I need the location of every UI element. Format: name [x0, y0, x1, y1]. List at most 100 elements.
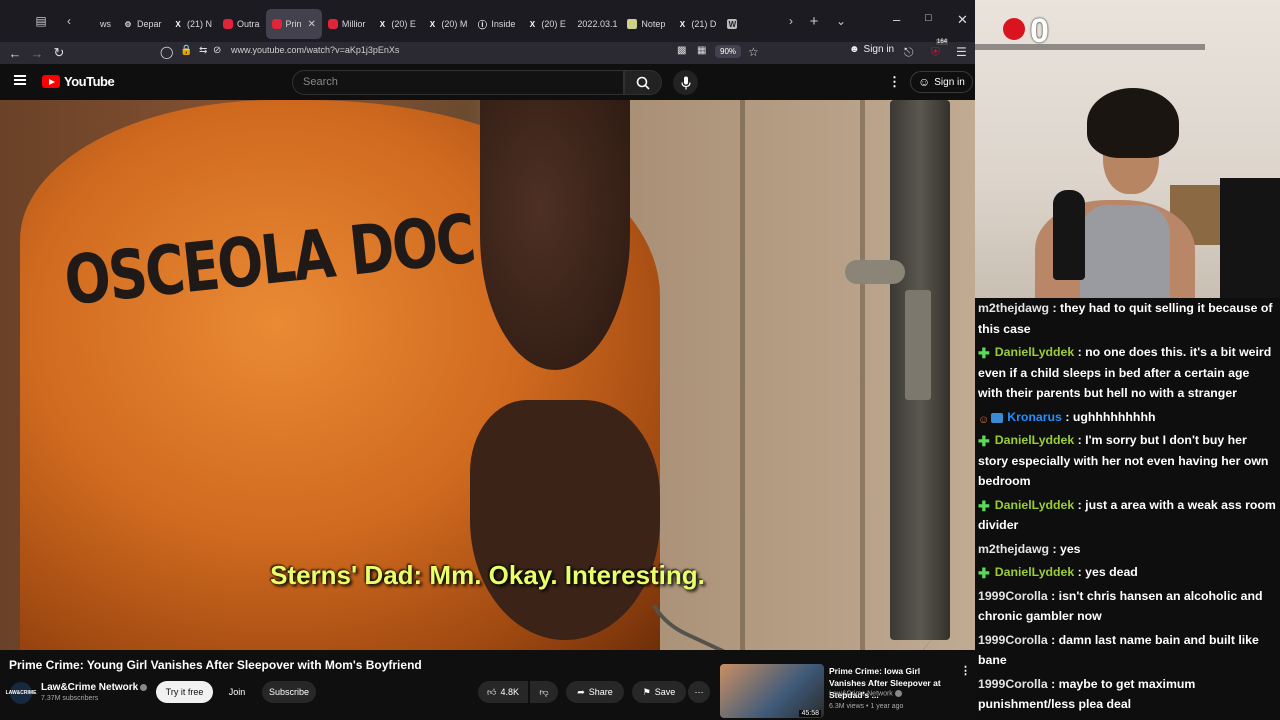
voice-search-button[interactable] [673, 70, 698, 95]
chat-message: m2thejdawg : yes [978, 539, 1276, 560]
browser-tab-label: ws [100, 19, 111, 29]
chat-username[interactable]: 1999Corolla [978, 589, 1048, 603]
youtube-logo[interactable]: YouTube [42, 74, 115, 89]
channel-name[interactable]: Law&Crime Network [41, 682, 148, 693]
tab-list-dropdown-icon[interactable]: ⌄ [830, 10, 852, 32]
youtube-sign-in-label: Sign in [934, 76, 965, 88]
reader-view-icon[interactable]: ▦ [697, 45, 706, 56]
browser-window: ▤ ‹ ws ⚙ Depar X (21) N Outra Prin ✕ Millior X (20… [0, 0, 975, 720]
permissions-icon[interactable]: ⇆ [199, 45, 207, 56]
like-count: 4.8K [500, 687, 519, 697]
browser-tab[interactable]: X (21) N [167, 9, 217, 39]
chat-username[interactable]: m2thejdawg [978, 542, 1049, 556]
chat-badge-plus-icon: ✚ [978, 497, 990, 514]
chat-separator: : [1061, 409, 1073, 424]
chat-username[interactable]: DanielLyddek [995, 498, 1075, 512]
youtube-icon [271, 19, 282, 29]
settings-more-icon[interactable]: ⋮ [888, 74, 901, 90]
browser-tab-label: Millior [341, 19, 366, 29]
youtube-logo-text: YouTube [64, 74, 115, 89]
chat-username[interactable]: 1999Corolla [978, 633, 1048, 647]
maximize-icon[interactable]: □ [925, 12, 932, 24]
browser-tab[interactable]: X (20) E [371, 9, 421, 39]
close-tab-icon[interactable]: ✕ [308, 19, 316, 30]
recommended-video-thumbnail[interactable]: 45:58 [720, 664, 824, 718]
back-icon[interactable]: ← [4, 46, 26, 61]
lock-icon[interactable]: 🔒 [180, 45, 192, 56]
dislike-button[interactable]: 👎︎ [530, 681, 558, 703]
address-bar[interactable]: www.youtube.com/watch?v=aKp1j3pEnXs [231, 45, 399, 55]
browser-tab[interactable]: X (21) D [671, 9, 721, 39]
scroll-tabs-left-icon[interactable]: ‹ [58, 10, 80, 32]
recommended-video-meta: 6.3M views • 1 year ago [829, 703, 904, 710]
tab-list: ws ⚙ Depar X (21) N Outra Prin ✕ Millior X (20) EX… [80, 3, 747, 39]
browser-tab-label: (21) D [691, 19, 717, 29]
browser-tab[interactable]: X (20) E [521, 9, 571, 39]
chat-message: ✚ DanielLyddek : I'm sorry but I don't bu… [978, 430, 1276, 492]
browser-tab[interactable]: 2022.03.1 [571, 9, 621, 39]
browser-tab[interactable]: Outra [217, 9, 266, 39]
account-circle-icon: ☺ [918, 75, 931, 89]
browser-tab[interactable]: Prin ✕ [265, 9, 322, 39]
more-actions-button[interactable]: ⋯ [688, 681, 710, 703]
youtube-sign-in-button[interactable]: ☺ Sign in [910, 71, 973, 93]
like-button[interactable]: 👍︎ 4.8K [478, 681, 528, 703]
share-button[interactable]: ➦ Share [566, 681, 624, 703]
channel-avatar[interactable]: LAW&CRIME [6, 682, 36, 704]
shield-icon[interactable]: ◯ [160, 45, 173, 59]
chat-username[interactable]: Kronarus [1007, 410, 1062, 424]
tracking-icon[interactable]: ⊘ [213, 45, 221, 56]
chat-username[interactable]: DanielLyddek [995, 345, 1075, 359]
extensions-icon[interactable]: ⎋ [904, 45, 914, 60]
browser-sign-in[interactable]: ☻ Sign in [849, 44, 894, 55]
subscribe-button[interactable]: Subscribe [262, 681, 316, 703]
browser-tab[interactable]: ⓘ Inside [471, 9, 521, 39]
search-input[interactable]: Search [292, 70, 624, 95]
bookmark-icon: ⚑ [642, 686, 651, 697]
search-button[interactable] [624, 70, 662, 95]
video-caption: Sterns' Dad: Mm. Okay. Interesting. [270, 560, 705, 590]
browser-tab[interactable]: ws [80, 9, 117, 39]
share-arrow-icon: ➦ [577, 686, 585, 697]
new-tab-icon[interactable]: + [803, 10, 825, 32]
wikipedia-icon: W [727, 19, 738, 29]
browser-tab-label: (20) E [541, 19, 566, 29]
picture-in-picture-icon[interactable]: ▩ [677, 45, 686, 56]
minimize-icon[interactable]: – [893, 12, 900, 27]
save-label: Save [654, 687, 676, 697]
share-label: Share [588, 687, 613, 697]
join-button[interactable]: Join [224, 681, 250, 703]
browser-tab[interactable]: ⚙ Depar [117, 9, 167, 39]
chat-badge-plus-icon: ✚ [978, 565, 990, 581]
chat-username[interactable]: 1999Corolla [978, 677, 1048, 691]
chat-username[interactable]: DanielLyddek [995, 565, 1075, 579]
save-button[interactable]: ⚑ Save [632, 681, 686, 703]
x-logo-icon: X [175, 19, 181, 29]
verified-badge-icon [140, 683, 148, 691]
thumbs-up-icon: 👍︎ [487, 686, 497, 697]
scroll-tabs-right-icon[interactable]: › [780, 10, 802, 32]
video-player[interactable]: OSCEOLA DOC Sterns' Dad: Mm. Okay. Inter… [0, 100, 975, 650]
chat-username[interactable]: m2thejdawg [978, 301, 1049, 315]
close-window-icon[interactable]: ✕ [957, 12, 968, 28]
ublock-icon[interactable]: ⛨164 [931, 39, 952, 60]
browser-tab[interactable]: Notep [621, 9, 671, 39]
microphone-icon [680, 76, 691, 89]
chat-text: yes dead [1085, 565, 1138, 579]
recommended-video-channel[interactable]: Law&Crime Network [829, 690, 902, 697]
recommended-more-icon[interactable]: ⋮ [960, 664, 971, 677]
browser-tab[interactable]: Millior [322, 9, 372, 39]
chat-message: 1999Corolla : damn last name bain and bu… [978, 630, 1276, 671]
reload-icon[interactable]: ↻ [48, 45, 70, 61]
browser-tab[interactable]: X (20) M [421, 9, 471, 39]
browser-tab-label: Prin [285, 19, 302, 29]
guide-menu-icon[interactable] [14, 75, 26, 85]
tab-overview-icon[interactable]: ▤ [30, 10, 52, 32]
app-menu-icon[interactable]: ☰ [956, 45, 967, 59]
browser-tab[interactable]: W [721, 9, 747, 39]
try-free-button[interactable]: Try it free [156, 681, 213, 703]
zoom-level[interactable]: 90% [715, 45, 742, 58]
chat-username[interactable]: DanielLyddek [995, 433, 1075, 447]
forward-icon[interactable]: → [26, 46, 48, 61]
bookmark-star-icon[interactable]: ☆ [748, 45, 759, 59]
